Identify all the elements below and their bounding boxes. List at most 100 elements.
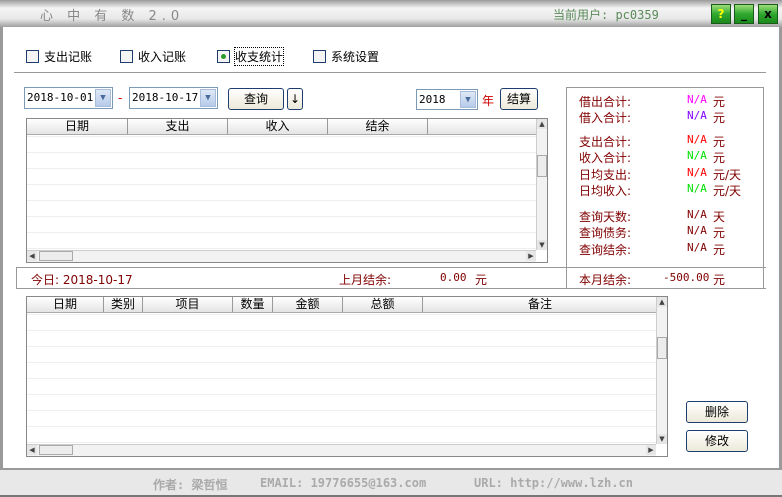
value: N/A — [687, 166, 707, 179]
tab-label: 收入记账 — [138, 49, 187, 64]
scroll-thumb[interactable] — [39, 251, 73, 261]
scroll-up-icon[interactable]: ▲ — [537, 119, 547, 129]
col-category[interactable]: 类别 — [104, 297, 143, 312]
horizontal-scrollbar[interactable]: ◀ ▶ — [27, 444, 656, 456]
unit: 元 — [713, 243, 726, 257]
scroll-down-icon[interactable]: ▼ — [657, 434, 667, 444]
checkbox[interactable] — [120, 49, 133, 63]
scroll-down-icon[interactable]: ▼ — [537, 240, 547, 250]
current-user: 当前用户: pc0359 — [553, 8, 659, 22]
value: N/A — [687, 149, 707, 162]
label: 支出合计: — [579, 135, 632, 149]
start-date-select[interactable]: 2018-10-01 ▼ — [24, 87, 113, 109]
year-label: 年 — [482, 94, 495, 108]
end-date-value: 2018-10-17 — [132, 91, 199, 104]
scroll-left-icon[interactable]: ◀ — [27, 251, 37, 261]
settle-button[interactable]: 结算 — [500, 88, 538, 110]
summary-borrowed: 借入合计: N/A 元 — [579, 109, 759, 125]
label: 借入合计: — [579, 111, 632, 125]
checkbox[interactable] — [313, 49, 326, 63]
col-balance[interactable]: 结余 — [328, 119, 428, 134]
unit: 元 — [713, 95, 726, 109]
col-extra[interactable] — [428, 119, 538, 134]
scroll-thumb[interactable] — [537, 155, 547, 177]
help-button[interactable]: ? — [711, 4, 731, 24]
unit: 元 — [713, 151, 726, 165]
vertical-scrollbar[interactable]: ▲ ▼ — [656, 297, 667, 444]
footer-author: 作者: 梁哲恒 — [153, 478, 228, 492]
label: 日均支出: — [579, 168, 632, 182]
summary-expense: 支出合计: N/A 元 — [579, 133, 759, 149]
col-date[interactable]: 日期 — [27, 297, 104, 312]
table-header: 日期 支出 收入 结余 — [27, 119, 547, 135]
chevron-down-icon[interactable]: ▼ — [460, 91, 476, 108]
table-rows — [27, 314, 656, 444]
unit: 元/天 — [713, 184, 742, 198]
checkbox[interactable] — [217, 49, 230, 63]
value: N/A — [687, 133, 707, 146]
scroll-left-icon[interactable]: ◀ — [27, 445, 37, 455]
end-date-select[interactable]: 2018-10-17 ▼ — [129, 87, 218, 109]
scroll-thumb[interactable] — [39, 445, 73, 455]
records-table[interactable]: 日期 类别 项目 数量 金额 总额 备注 ▲ ▼ ◀ ▶ — [26, 296, 668, 457]
label: 收入合计: — [579, 151, 632, 165]
col-date[interactable]: 日期 — [27, 119, 128, 134]
unit: 元 — [713, 111, 726, 125]
this-month-value: -500.00 — [663, 271, 710, 284]
query-button[interactable]: 查询 — [228, 88, 284, 110]
sort-down-button[interactable]: ↓ — [287, 88, 303, 110]
close-button[interactable]: x — [758, 4, 778, 24]
value: N/A — [687, 109, 707, 122]
footer-url: URL: http://www.lzh.cn — [474, 476, 633, 490]
label: 查询天数: — [579, 210, 632, 224]
label: 查询债务: — [579, 226, 632, 240]
col-amount[interactable]: 金额 — [273, 297, 343, 312]
horizontal-scrollbar[interactable]: ◀ ▶ — [27, 250, 536, 262]
date-dash: - — [118, 91, 123, 105]
summary-daily-expense: 日均支出: N/A 元/天 — [579, 166, 759, 182]
scroll-thumb[interactable] — [657, 337, 667, 359]
summary-panel: 借出合计: N/A 元 借入合计: N/A 元 支出合计: N/A 元 收入合计: N/A 元 … — [566, 87, 764, 289]
tab-expense[interactable]: 支出记账 — [26, 47, 92, 65]
summary-daily-income: 日均收入: N/A 元/天 — [579, 182, 759, 198]
col-item[interactable]: 项目 — [143, 297, 233, 312]
last-month-label: 上月结余: — [339, 273, 392, 287]
scroll-right-icon[interactable]: ▶ — [646, 445, 656, 455]
label: 查询结余: — [579, 243, 632, 257]
col-income[interactable]: 收入 — [228, 119, 328, 134]
summary-debt: 查询债务: N/A 元 — [579, 224, 759, 240]
tab-label: 系统设置 — [331, 49, 380, 64]
tab-settings[interactable]: 系统设置 — [313, 47, 379, 65]
status-bar: 今日: 2018-10-17 上月结余: 0.00 元 本月结余: -500.0… — [16, 267, 766, 289]
chevron-down-icon[interactable]: ▼ — [200, 89, 216, 107]
value: N/A — [687, 208, 707, 221]
scroll-right-icon[interactable]: ▶ — [526, 251, 536, 261]
col-expense[interactable]: 支出 — [128, 119, 228, 134]
tab-label: 收支统计 — [233, 46, 285, 66]
tab-statistics[interactable]: 收支统计 — [217, 46, 285, 66]
unit: 元 — [713, 135, 726, 149]
this-month-label: 本月结余: — [579, 273, 632, 287]
scroll-up-icon[interactable]: ▲ — [657, 297, 667, 307]
tab-label: 支出记账 — [44, 49, 93, 64]
chevron-down-icon[interactable]: ▼ — [95, 89, 111, 107]
value: N/A — [687, 241, 707, 254]
checkbox[interactable] — [26, 49, 39, 63]
daily-table[interactable]: 日期 支出 收入 结余 ▲ ▼ ◀ ▶ — [26, 118, 548, 263]
label: 日均收入: — [579, 184, 632, 198]
footer-email: EMAIL: 19776655@163.com — [260, 476, 427, 490]
value: N/A — [687, 224, 707, 237]
divider — [14, 72, 766, 73]
app-title: 心 中 有 数 2.0 — [40, 9, 185, 24]
minimize-button[interactable]: _ — [734, 4, 754, 24]
tab-income[interactable]: 收入记账 — [120, 47, 186, 65]
delete-button[interactable]: 删除 — [686, 401, 748, 423]
col-quantity[interactable]: 数量 — [233, 297, 273, 312]
unit: 天 — [713, 210, 726, 224]
col-note[interactable]: 备注 — [423, 297, 658, 312]
col-total[interactable]: 总额 — [343, 297, 423, 312]
vertical-scrollbar[interactable]: ▲ ▼ — [536, 119, 547, 250]
summary-lent: 借出合计: N/A 元 — [579, 93, 759, 109]
edit-button[interactable]: 修改 — [686, 430, 748, 452]
year-select[interactable]: 2018 ▼ — [416, 89, 478, 110]
